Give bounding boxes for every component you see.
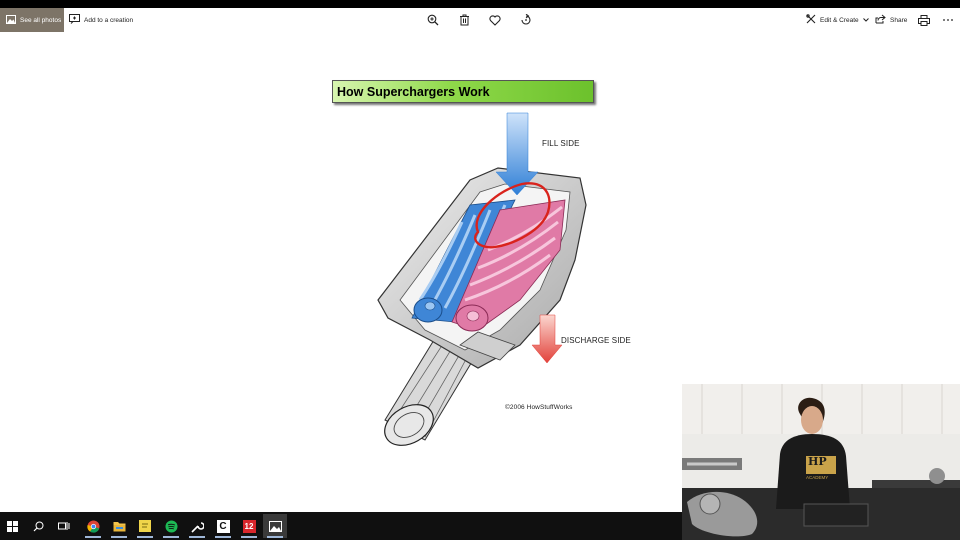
share-label: Share [890,16,908,24]
fill-side-label: FILL SIDE [542,139,580,148]
image-title: How Superchargers Work [332,80,594,103]
taskbar-app-tools[interactable] [185,514,209,538]
taskbar-app-c[interactable]: C [211,514,235,538]
toolbar: See all photos Add to a creation Edit & … [0,8,960,32]
print-icon[interactable] [916,12,932,28]
chrome-icon [86,520,99,533]
edit-create-button[interactable]: Edit & Create [806,8,869,32]
share-icon [875,14,886,26]
delete-icon[interactable] [456,12,472,28]
task-view-button[interactable] [52,514,76,538]
spotify-icon [165,520,177,532]
taskbar-app-12[interactable]: 12 [237,514,261,538]
shirt-logo-text: HP [808,455,827,468]
favorite-icon[interactable] [487,12,503,28]
copyright-label: ©2006 HowStuffWorks [505,404,573,411]
shirt-academy-text: ACADEMY [806,475,829,480]
search-icon [33,521,43,531]
top-border [0,0,960,8]
app-12-icon: 12 [242,519,256,533]
share-button[interactable]: Share [875,8,907,32]
add-creation-icon [69,14,80,26]
taskbar-app-photos[interactable] [263,514,287,538]
edit-create-icon [806,14,816,26]
taskbar-app-file-explorer[interactable] [107,514,131,538]
edit-create-label: Edit & Create [820,16,859,24]
folder-icon [113,521,125,531]
photos-icon [6,14,16,26]
taskbar-app-sticky[interactable] [133,514,157,538]
see-all-photos-button[interactable]: See all photos [0,8,64,32]
supercharger-illustration [377,112,587,446]
app-c-icon: C [216,519,230,533]
taskbar-app-chrome[interactable] [81,514,105,538]
webcam-overlay: HP ACADEMY [682,384,960,540]
discharge-side-label: DISCHARGE SIDE [561,336,631,345]
more-icon[interactable] [940,12,956,28]
start-button[interactable] [0,514,24,538]
chevron-down-icon [862,17,869,24]
taskbar-app-spotify[interactable] [159,514,183,538]
zoom-in-icon[interactable] [425,12,441,28]
photos-app-window: See all photos Add to a creation Edit & … [0,0,960,540]
see-all-photos-label: See all photos [20,16,62,24]
task-view-icon [58,522,70,530]
add-to-creation-label: Add to a creation [84,16,134,24]
windows-icon [6,520,18,532]
wrench-icon [190,521,204,533]
rotate-icon[interactable] [518,12,534,28]
add-to-creation-button[interactable]: Add to a creation [69,8,133,32]
sticky-notes-icon [139,520,151,532]
photos-app-icon [268,520,282,532]
search-button[interactable] [26,514,50,538]
